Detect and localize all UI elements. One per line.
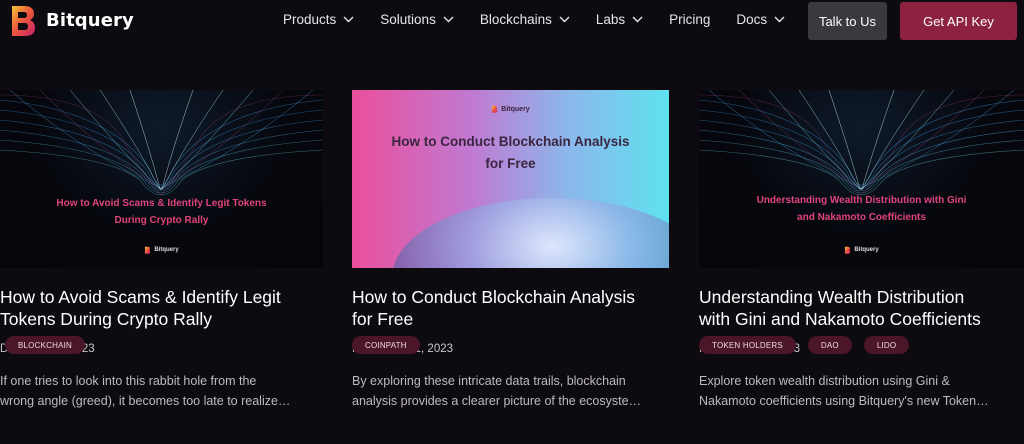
card-title-line: Tokens During Crypto Rally [0, 309, 213, 329]
card-excerpt: If one tries to look into this rabbit ho… [0, 371, 323, 411]
chevron-down-icon [559, 16, 570, 23]
card-excerpt-line: Nakamoto coefficients using Bitquery's n… [699, 394, 989, 408]
nav-blockchains[interactable]: Blockchains [480, 12, 570, 27]
card-excerpt-line: wrong angle (greed), it becomes too late… [0, 394, 291, 408]
thumb-title: How to Avoid Scams & Identify Legit Toke… [0, 195, 323, 229]
nav-labs[interactable]: Labs [596, 12, 643, 27]
get-api-key-button[interactable]: Get API Key [900, 2, 1017, 40]
tag-blockchain[interactable]: BLOCKCHAIN [5, 336, 86, 354]
blog-card: Understanding Wealth Distribution with G… [699, 90, 1024, 411]
nav-label: Blockchains [479, 12, 552, 27]
card-title[interactable]: How to Avoid Scams & Identify Legit Toke… [0, 286, 323, 330]
tag-dao[interactable]: DAO [807, 336, 852, 354]
thumb-title: Understanding Wealth Distribution with G… [699, 192, 1024, 226]
card-tags: TOKEN HOLDERS DAO LIDO [699, 336, 910, 354]
card-title[interactable]: Understanding Wealth Distribution with G… [699, 286, 1024, 330]
card-title-line: with Gini and Nakamoto Coefficients [699, 309, 981, 329]
thumb-title-line: Understanding Wealth Distribution with G… [756, 195, 967, 206]
bitquery-logo-icon [492, 105, 498, 113]
bitquery-logo-icon [12, 6, 35, 36]
nav-label: Products [283, 12, 337, 27]
top-navbar: Bitquery Products Solutions Blockchains … [0, 0, 1024, 42]
thumb-title-line: During Crypto Rally [114, 215, 209, 226]
thumb-brand-text: Bitquery [154, 247, 179, 253]
chevron-down-icon [343, 16, 354, 23]
card-thumbnail[interactable]: Bitquery How to Conduct Blockchain Analy… [352, 90, 669, 268]
nav-products[interactable]: Products [283, 12, 354, 27]
bitquery-logo-icon [845, 246, 851, 254]
thumb-brand-text: Bitquery [501, 105, 530, 113]
card-excerpt: By exploring these intricate data trails… [352, 371, 669, 411]
card-tags: COINPATH [352, 336, 420, 354]
card-excerpt: Explore token wealth distribution using … [699, 371, 1024, 411]
planet-graphic [392, 198, 669, 268]
tag-token-holders[interactable]: TOKEN HOLDERS [699, 336, 796, 354]
thumb-brand-text: Bitquery [854, 247, 879, 253]
card-excerpt-line: If one tries to look into this rabbit ho… [0, 374, 257, 388]
thumb-title-line: for Free [485, 156, 536, 171]
nav-solutions[interactable]: Solutions [380, 12, 454, 27]
card-tags: BLOCKCHAIN [5, 336, 86, 354]
nav-docs[interactable]: Docs [736, 12, 785, 27]
card-excerpt-line: Explore token wealth distribution using … [699, 374, 950, 388]
thumb-title-line: How to Avoid Scams & Identify Legit Toke… [56, 198, 267, 209]
card-title-line: How to Conduct Blockchain Analysis [352, 287, 636, 307]
talk-to-us-button[interactable]: Talk to Us [808, 2, 887, 40]
bitquery-logo-icon [145, 246, 151, 254]
nav-label: Docs [736, 12, 768, 27]
card-thumbnail[interactable]: How to Avoid Scams & Identify Legit Toke… [0, 90, 323, 268]
thumb-brand: Bitquery [352, 105, 669, 113]
nav-label: Pricing [669, 12, 711, 27]
brand-name: Bitquery [46, 9, 134, 31]
nav-pricing[interactable]: Pricing [669, 12, 710, 27]
chevron-down-icon [443, 16, 454, 23]
main-nav: Products Solutions Blockchains Labs Pric… [283, 12, 811, 27]
thumb-brand: Bitquery [0, 246, 323, 254]
blog-card: Bitquery How to Conduct Blockchain Analy… [352, 90, 669, 411]
tag-lido[interactable]: LIDO [863, 336, 910, 354]
chevron-down-icon [774, 16, 785, 23]
card-title[interactable]: How to Conduct Blockchain Analysis for F… [352, 286, 669, 330]
card-excerpt-line: analysis provides a clearer picture of t… [352, 394, 642, 408]
brand-logo[interactable]: Bitquery [8, 3, 134, 37]
card-thumbnail[interactable]: Understanding Wealth Distribution with G… [699, 90, 1024, 268]
card-title-line: for Free [352, 309, 414, 329]
wave-graphic [0, 90, 323, 196]
tag-coinpath[interactable]: COINPATH [352, 336, 420, 354]
thumb-title-line: How to Conduct Blockchain Analysis [391, 134, 630, 149]
nav-label: Labs [595, 12, 626, 27]
card-title-line: Understanding Wealth Distribution [699, 287, 965, 307]
nav-label: Solutions [380, 12, 436, 27]
blog-card: How to Avoid Scams & Identify Legit Toke… [0, 90, 323, 411]
wave-graphic [699, 90, 1024, 196]
card-excerpt-line: By exploring these intricate data trails… [352, 374, 626, 388]
thumb-title: How to Conduct Blockchain Analysis for F… [352, 131, 669, 175]
thumb-brand: Bitquery [699, 246, 1024, 254]
card-title-line: How to Avoid Scams & Identify Legit [0, 287, 281, 307]
thumb-title-line: and Nakamoto Coefficients [797, 212, 926, 223]
chevron-down-icon [632, 16, 643, 23]
